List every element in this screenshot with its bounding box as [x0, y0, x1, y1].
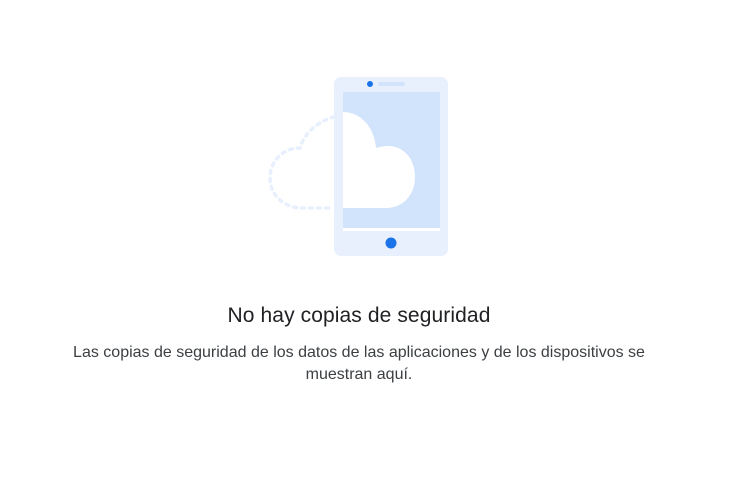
phone-cloud-backup-icon [268, 77, 448, 256]
empty-state-page: No hay copias de seguridad Las copias de… [0, 0, 742, 491]
empty-state-description: Las copias de seguridad de los datos de … [73, 344, 645, 383]
empty-state-title: No hay copias de seguridad [227, 304, 491, 327]
